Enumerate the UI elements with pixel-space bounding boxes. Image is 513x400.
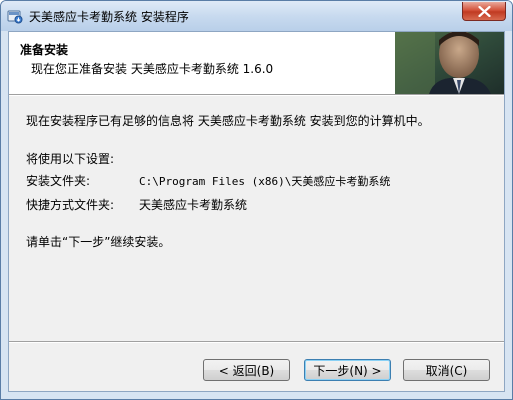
title-bar[interactable]: 天美感应卡考勤系统 安装程序 [1,1,512,31]
back-button[interactable]: < 返回(B) [203,359,290,381]
shortcut-folder-label: 快捷方式文件夹: [26,198,115,212]
page-title: 准备安装 [20,43,69,57]
wizard-header: 准备安装 现在您正准备安装 天美感应卡考勤系统 1.6.0 [9,32,504,94]
window-title: 天美感应卡考勤系统 安装程序 [29,10,189,24]
footer-divider [9,341,504,343]
settings-heading: 将使用以下设置: [26,152,115,166]
page-subtitle: 现在您正准备安装 天美感应卡考勤系统 1.6.0 [31,62,274,76]
continue-prompt: 请单击“下一步”继续安装。 [26,235,171,249]
cancel-button[interactable]: 取消(C) [403,359,490,381]
header-banner-image [395,32,504,94]
header-divider [9,94,504,96]
shortcut-folder-value: 天美感应卡考勤系统 [139,198,248,212]
install-folder-value: C:\Program Files (x86)\天美感应卡考勤系统 [139,175,391,188]
install-folder-label: 安装文件夹: [26,174,91,188]
close-button[interactable] [462,2,506,21]
installer-window: 天美感应卡考勤系统 安装程序 准备安装 现在您正准备安装 天美感应卡考勤系统 1… [0,0,513,400]
wizard-client-area: 准备安装 现在您正准备安装 天美感应卡考勤系统 1.6.0 现在安装程序已有足够… [8,31,505,392]
installer-app-icon [7,8,23,24]
intro-text: 现在安装程序已有足够的信息将 天美感应卡考勤系统 安装到您的计算机中。 [26,114,430,128]
next-button[interactable]: 下一步(N) > [304,359,391,381]
close-icon [478,6,491,17]
